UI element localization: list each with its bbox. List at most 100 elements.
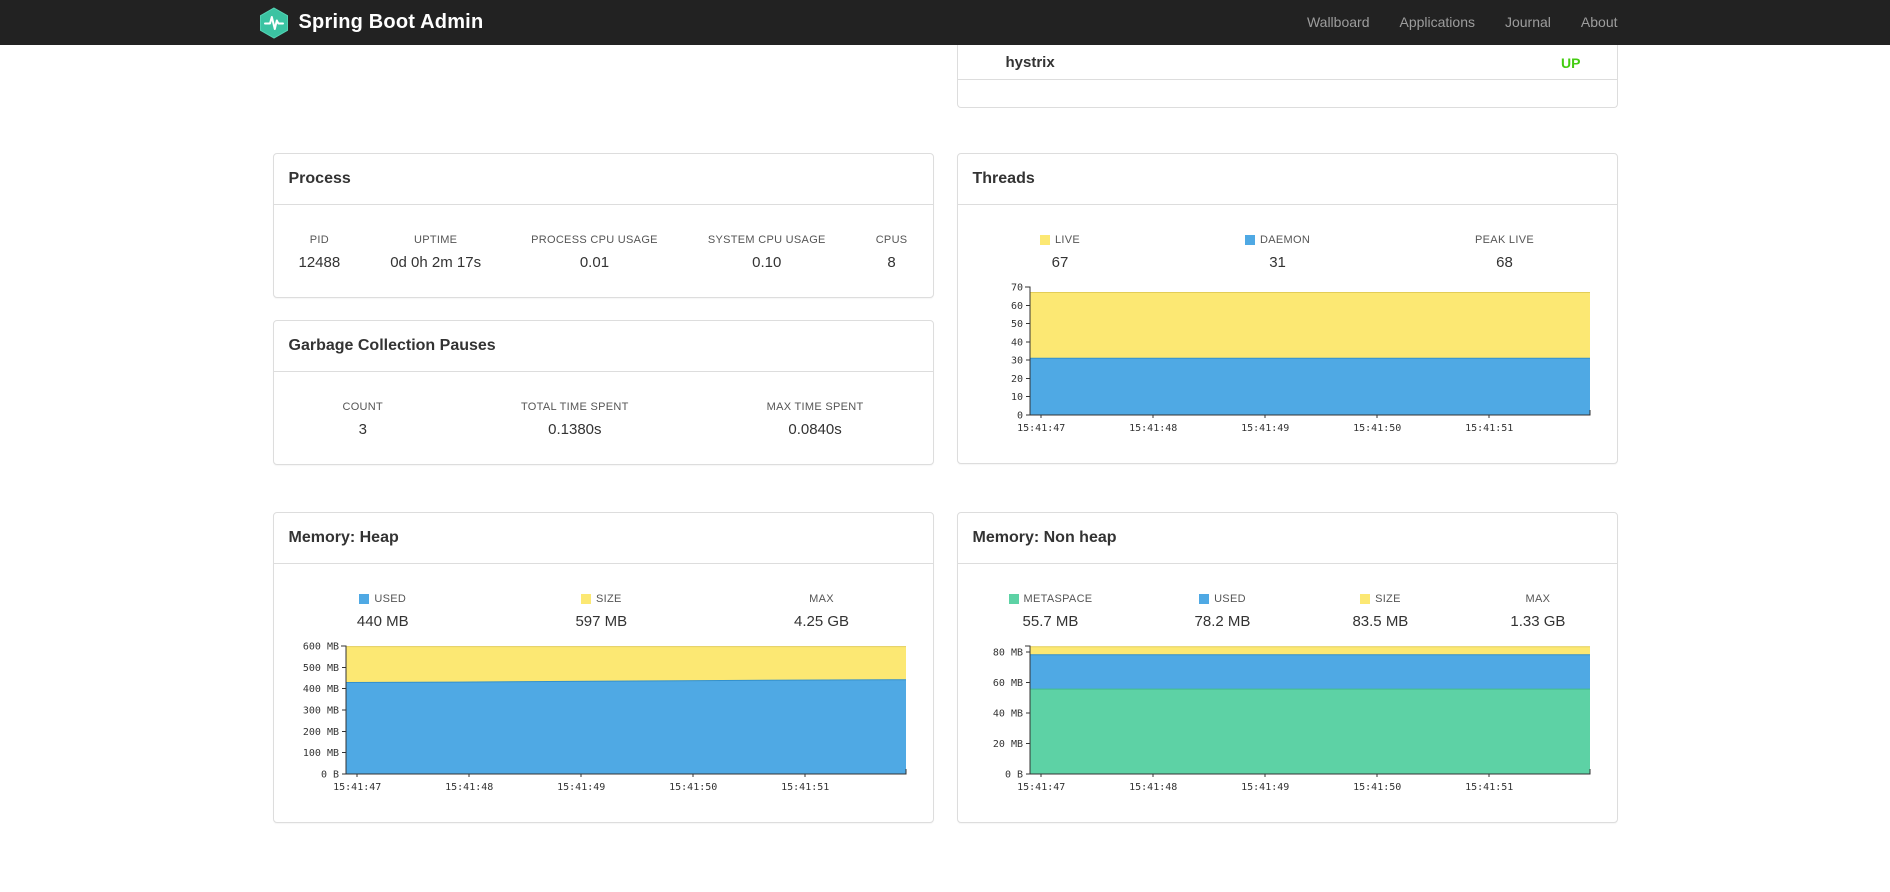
metric-value: 67 (1051, 254, 1069, 271)
legend-used: USED 78.2 MB (1194, 592, 1251, 631)
svg-text:15:41:47: 15:41:47 (1017, 423, 1065, 434)
metric-value: 12488 (298, 254, 341, 271)
legend-daemon: DAEMON 31 (1244, 233, 1310, 271)
metric-value: 1.33 GB (1510, 613, 1566, 630)
process-metrics: PID 12488 UPTIME 0d 0h 2m 17s PROCESS CP… (274, 233, 933, 272)
metric-label: MAX TIME SPENT (766, 400, 864, 413)
svg-text:300 MB: 300 MB (302, 706, 338, 717)
legend-used: USED 440 MB (357, 592, 409, 631)
svg-text:60: 60 (1010, 301, 1022, 312)
legend-swatch-daemon (1244, 234, 1255, 245)
panel-title: Memory: Non heap (957, 513, 1617, 564)
metric-label: CPUS (875, 233, 908, 246)
svg-text:200 MB: 200 MB (302, 727, 338, 738)
metric-value: 597 MB (575, 613, 628, 630)
memory-nonheap-panel: Memory: Non heap METASPACE 55.7 MB USED (956, 512, 1618, 823)
nav-item-about[interactable]: About (1566, 0, 1633, 45)
nav-item-wallboard[interactable]: Wallboard (1292, 0, 1385, 45)
svg-text:15:41:51: 15:41:51 (1465, 782, 1513, 793)
nonheap-legend: METASPACE 55.7 MB USED 78.2 MB SIZE 83.5… (958, 592, 1617, 630)
svg-text:15:41:47: 15:41:47 (1017, 782, 1065, 793)
memory-heap-panel: Memory: Heap USED 440 MB SIZE 597 MB MAX… (272, 512, 934, 823)
metric-label: PEAK LIVE (1475, 233, 1534, 246)
status-badge: UP (1561, 54, 1581, 71)
svg-text:20: 20 (1010, 374, 1022, 385)
legend-peak-live: PEAK LIVE 68 (1475, 233, 1534, 272)
svg-text:40: 40 (1010, 337, 1022, 348)
metric-value: 55.7 MB (1022, 613, 1079, 630)
svg-text:600 MB: 600 MB (302, 642, 338, 653)
metric-gc-max-time: MAX TIME SPENT 0.0840s (766, 400, 864, 439)
brand-title: Spring Boot Admin (298, 11, 484, 33)
nav-item-journal[interactable]: Journal (1490, 0, 1566, 45)
svg-text:10: 10 (1010, 392, 1022, 403)
heap-legend: USED 440 MB SIZE 597 MB MAX 4.25 GB (274, 592, 933, 631)
svg-text:15:41:50: 15:41:50 (1353, 782, 1401, 793)
threads-panel: Threads LIVE 67 DAEMON 31 PEAK LIVE 68 0… (956, 153, 1618, 464)
legend-max: MAX 4.25 GB (794, 592, 850, 631)
metric-gc-count: COUNT 3 (342, 400, 384, 439)
svg-text:15:41:48: 15:41:48 (1129, 423, 1177, 434)
svg-text:15:41:48: 15:41:48 (445, 782, 493, 793)
svg-text:15:41:49: 15:41:49 (557, 782, 605, 793)
svg-text:15:41:47: 15:41:47 (333, 782, 381, 793)
legend-swatch-size (1360, 593, 1371, 604)
svg-text:30: 30 (1010, 356, 1022, 367)
metric-value: 3 (358, 421, 367, 438)
svg-text:0 B: 0 B (1004, 770, 1022, 781)
brand-link[interactable]: Spring Boot Admin (258, 6, 484, 39)
metric-cpus: CPUS 8 (875, 233, 908, 272)
panel-title: Garbage Collection Pauses (273, 321, 933, 372)
metric-pid: PID 12488 (298, 233, 341, 272)
metric-value: 0.10 (752, 254, 782, 271)
metric-process-cpu: PROCESS CPU USAGE 0.01 (531, 233, 658, 272)
svg-text:50: 50 (1010, 319, 1022, 330)
metric-value: 68 (1496, 254, 1513, 271)
svg-text:80 MB: 80 MB (992, 648, 1022, 659)
svg-text:15:41:49: 15:41:49 (1241, 782, 1289, 793)
metric-label: MAX (1525, 592, 1551, 605)
service-name: hystrix (1005, 54, 1055, 71)
metric-value: 0.01 (579, 254, 610, 271)
metric-label: SIZE (1375, 592, 1401, 605)
health-row-hystrix[interactable]: hystrix UP (957, 45, 1617, 80)
metric-gc-total-time: TOTAL TIME SPENT 0.1380s (520, 400, 629, 439)
svg-text:60 MB: 60 MB (992, 678, 1022, 689)
metric-label: METASPACE (1023, 592, 1093, 605)
legend-swatch-used (359, 593, 370, 604)
svg-text:15:41:50: 15:41:50 (669, 782, 717, 793)
health-panel: hystrix UP (956, 45, 1618, 108)
svg-text:0: 0 (1016, 411, 1022, 422)
metric-label: USED (374, 592, 407, 605)
metric-label: TOTAL TIME SPENT (520, 400, 629, 413)
metric-label: SIZE (595, 592, 622, 605)
svg-text:15:41:48: 15:41:48 (1129, 782, 1177, 793)
metric-label: LIVE (1054, 233, 1081, 246)
svg-text:15:41:51: 15:41:51 (781, 782, 829, 793)
legend-swatch-metaspace (1008, 593, 1019, 604)
gc-metrics: COUNT 3 TOTAL TIME SPENT 0.1380s MAX TIM… (274, 400, 933, 439)
panel-title: Memory: Heap (273, 513, 933, 564)
metric-value: 0d 0h 2m 17s (390, 254, 482, 271)
nav-item-applications[interactable]: Applications (1384, 0, 1490, 45)
svg-text:500 MB: 500 MB (302, 663, 338, 674)
metric-value: 8 (887, 254, 896, 271)
svg-text:15:41:49: 15:41:49 (1241, 423, 1289, 434)
panel-title: Process (273, 154, 933, 205)
legend-live: LIVE 67 (1039, 233, 1081, 271)
metric-label: UPTIME (413, 233, 458, 246)
metric-value: 4.25 GB (794, 613, 850, 630)
svg-text:0 B: 0 B (320, 770, 338, 781)
metric-label: SYSTEM CPU USAGE (707, 233, 826, 246)
nav-links: Wallboard Applications Journal About (1292, 0, 1633, 45)
metric-value: 78.2 MB (1194, 613, 1251, 630)
legend-swatch-used (1199, 593, 1210, 604)
metric-value: 83.5 MB (1352, 613, 1409, 630)
panel-title: Threads (957, 154, 1617, 205)
svg-text:40 MB: 40 MB (992, 709, 1022, 720)
legend-swatch-live (1039, 234, 1050, 245)
memory-heap-chart: 0 B 100 MB 200 MB 300 MB 400 MB 500 MB 600 MB 1… (302, 642, 906, 793)
svg-text:400 MB: 400 MB (302, 684, 338, 695)
metric-label: COUNT (342, 400, 384, 413)
svg-text:100 MB: 100 MB (302, 748, 338, 759)
